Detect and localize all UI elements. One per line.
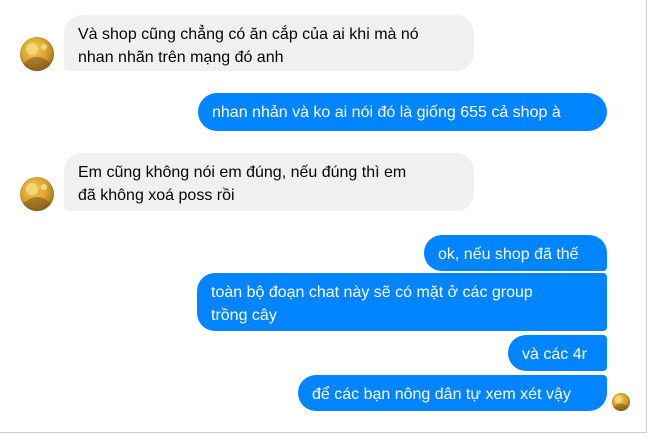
- message-bubble-outgoing[interactable]: nhan nhản và ko ai nói đó là giống 655 c…: [198, 93, 607, 131]
- contact-avatar-icon[interactable]: [20, 37, 54, 71]
- message-text-line: nhan nhãn trên mạng đó anh: [78, 49, 284, 66]
- message-text-line: toàn bộ đoạn chat này sẽ có mặt ở các gr…: [211, 284, 533, 301]
- message-bubble-outgoing[interactable]: và các 4r: [508, 335, 607, 371]
- message-bubble-outgoing[interactable]: ok, nếu shop đã thế: [424, 235, 607, 271]
- message-text-line: đã không xoá poss rồi: [78, 187, 235, 204]
- message-text: để các bạn nông dân tự xem xét vậy: [312, 386, 571, 403]
- message-text-line: Và shop cũng chẳng có ăn cắp của ai khi …: [78, 26, 419, 43]
- contact-avatar-icon[interactable]: [20, 177, 54, 211]
- message-bubble-incoming[interactable]: Em cũng không nói em đúng, nếu đúng thì …: [64, 153, 474, 211]
- message-text-line: trồng cây: [211, 307, 277, 324]
- chat-window: Và shop cũng chẳng có ăn cắp của ai khi …: [0, 0, 647, 433]
- message-text: ok, nếu shop đã thế: [438, 246, 579, 263]
- message-text-line: Em cũng không nói em đúng, nếu đúng thì …: [78, 164, 407, 181]
- seen-avatar-icon: [612, 393, 630, 411]
- message-text: nhan nhản và ko ai nói đó là giống 655 c…: [212, 104, 561, 121]
- message-bubble-outgoing[interactable]: toàn bộ đoạn chat này sẽ có mặt ở các gr…: [197, 273, 607, 331]
- message-bubble-outgoing[interactable]: để các bạn nông dân tự xem xét vậy: [298, 375, 607, 411]
- message-text: và các 4r: [522, 346, 587, 363]
- message-bubble-incoming[interactable]: Và shop cũng chẳng có ăn cắp của ai khi …: [64, 15, 474, 71]
